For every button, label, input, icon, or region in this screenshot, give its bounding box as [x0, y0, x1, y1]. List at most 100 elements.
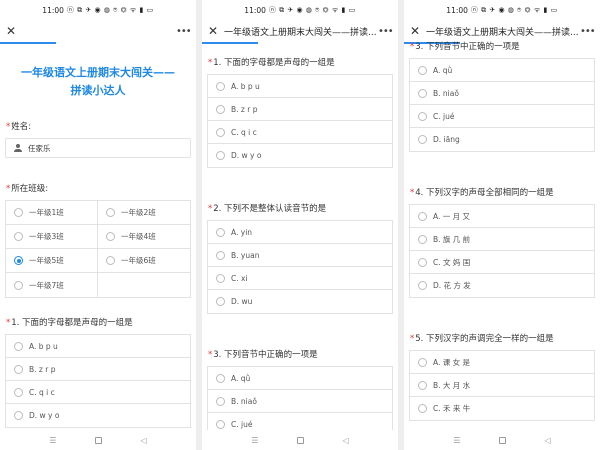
- radio-button[interactable]: [418, 111, 427, 121]
- top-bar: ✕ •••: [0, 20, 196, 44]
- answer-option[interactable]: D. w y o: [208, 144, 392, 167]
- radio-button[interactable]: [216, 297, 225, 306]
- required-mark: *: [410, 188, 415, 198]
- answer-option-label: A. 课 女 是: [433, 357, 471, 367]
- radio-button[interactable]: [106, 232, 115, 241]
- radio-button[interactable]: [216, 104, 225, 114]
- class-option[interactable]: 一年级6班: [98, 249, 190, 273]
- radio-button[interactable]: [216, 227, 225, 237]
- radio-button[interactable]: [14, 208, 23, 217]
- radio-button[interactable]: [418, 281, 427, 290]
- status-time: 11:00: [244, 5, 266, 15]
- class-option[interactable]: 一年级3班: [6, 225, 98, 249]
- answer-option[interactable]: D. iāng: [410, 128, 594, 151]
- answer-option[interactable]: C. jué: [208, 413, 392, 430]
- radio-button[interactable]: [14, 256, 23, 265]
- radio-button[interactable]: [418, 234, 427, 244]
- answer-option[interactable]: B. niaǒ: [208, 390, 392, 413]
- radio-button[interactable]: [216, 396, 225, 406]
- back-icon[interactable]: ◁: [141, 436, 147, 445]
- radio-button[interactable]: [216, 151, 225, 160]
- answer-option[interactable]: A. qǜ: [410, 59, 594, 82]
- system-nav-bar: ☰ ◁: [404, 430, 600, 450]
- menu-icon[interactable]: ☰: [251, 436, 258, 445]
- radio-button[interactable]: [14, 280, 23, 290]
- question-list: *1. 下面的字母都是声母的一组是 A. b p u B. z r p C. q i …: [202, 56, 398, 430]
- more-options-icon[interactable]: •••: [378, 26, 394, 37]
- more-options-icon[interactable]: •••: [580, 26, 596, 37]
- radio-button[interactable]: [216, 273, 225, 283]
- home-icon[interactable]: [94, 436, 102, 444]
- radio-button[interactable]: [216, 373, 225, 383]
- more-options-icon[interactable]: •••: [176, 26, 192, 37]
- close-icon[interactable]: ✕: [208, 24, 220, 38]
- home-icon[interactable]: [498, 436, 506, 444]
- answer-option[interactable]: C. jué: [410, 105, 594, 128]
- class-option[interactable]: 一年级2班: [98, 201, 190, 225]
- radio-button[interactable]: [418, 357, 427, 367]
- answer-option[interactable]: C. 文 妈 国: [410, 251, 594, 274]
- required-mark: *: [410, 42, 415, 52]
- class-option[interactable]: 一年级5班: [6, 249, 98, 273]
- answer-option[interactable]: B. yuan: [208, 244, 392, 267]
- radio-button[interactable]: [14, 341, 23, 351]
- answer-option[interactable]: C. 禾 来 牛: [410, 397, 594, 420]
- radio-button[interactable]: [14, 387, 23, 397]
- back-icon[interactable]: ◁: [343, 436, 349, 445]
- radio-button[interactable]: [418, 257, 427, 267]
- answer-option[interactable]: B. 旗 几 前: [410, 228, 594, 251]
- answer-option[interactable]: B. niaǒ: [410, 82, 594, 105]
- radio-button[interactable]: [14, 364, 23, 374]
- home-icon[interactable]: [296, 436, 304, 444]
- radio-button[interactable]: [418, 211, 427, 221]
- answer-option[interactable]: C. xi: [208, 267, 392, 290]
- answer-option[interactable]: A. yin: [208, 221, 392, 244]
- radio-button[interactable]: [418, 135, 427, 144]
- question-text: 3. 下列音节中正确的一项是: [213, 350, 318, 360]
- answer-option[interactable]: A. b p u: [208, 75, 392, 98]
- answer-option[interactable]: A. 课 女 是: [410, 351, 594, 374]
- menu-icon[interactable]: ☰: [49, 436, 56, 445]
- answer-option-label: A. yin: [231, 227, 253, 237]
- answer-option[interactable]: C. q i c: [208, 121, 392, 144]
- radio-button[interactable]: [418, 380, 427, 390]
- class-option[interactable]: 一年级7班: [6, 273, 98, 297]
- radio-button[interactable]: [418, 65, 427, 75]
- answer-option[interactable]: B. 大 月 水: [410, 374, 594, 397]
- radio-button[interactable]: [216, 420, 225, 429]
- answer-option[interactable]: D. 花 方 发: [410, 274, 594, 297]
- answer-option[interactable]: D. w y o: [6, 404, 190, 427]
- back-icon[interactable]: ◁: [545, 436, 551, 445]
- radio-button[interactable]: [418, 88, 427, 98]
- name-input[interactable]: 任家乐: [5, 138, 191, 158]
- screenshot-collage: 11:00 ⓝ ⧉ ✈ ◉ ◍ ⌾ ⏣ ᯤ ▮ ▭ ✕ ••• 一年级语文上册期…: [0, 0, 600, 450]
- radio-button[interactable]: [216, 127, 225, 137]
- radio-button[interactable]: [14, 411, 23, 420]
- answer-option[interactable]: B. z r p: [6, 358, 190, 381]
- status-icons: ⓝ ⧉ ✈ ◉ ◍ ⌾ ⏣ ᯤ ▮ ▭: [66, 6, 154, 14]
- answer-option[interactable]: A. qǜ: [208, 367, 392, 390]
- class-option-label: 一年级3班: [29, 232, 64, 241]
- menu-icon[interactable]: ☰: [453, 436, 460, 445]
- radio-button[interactable]: [14, 232, 23, 241]
- answer-option[interactable]: B. z r p: [208, 98, 392, 121]
- system-nav-bar: ☰ ◁: [0, 430, 196, 450]
- answer-options: A. 一 月 又 B. 旗 几 前 C. 文 妈 国 D. 花 方 发: [409, 204, 595, 298]
- radio-button[interactable]: [216, 250, 225, 260]
- answer-option[interactable]: D. wu: [208, 290, 392, 313]
- radio-button[interactable]: [216, 81, 225, 91]
- radio-button[interactable]: [418, 404, 427, 413]
- question-block: *5. 下列汉字的声调完全一样的一组是 A. 课 女 是 B. 大 月 水 C. 禾 …: [404, 332, 600, 421]
- close-icon[interactable]: ✕: [6, 24, 18, 38]
- answer-option-label: B. z r p: [29, 364, 56, 374]
- answer-option[interactable]: A. b p u: [6, 335, 190, 358]
- answer-option[interactable]: A. 一 月 又: [410, 205, 594, 228]
- class-option[interactable]: 一年级1班: [6, 201, 98, 225]
- answer-options: A. qǜ B. niaǒ C. jué: [207, 366, 393, 430]
- question-text: 1. 下面的字母都是声母的一组是: [213, 58, 335, 68]
- radio-button[interactable]: [106, 208, 115, 217]
- class-option[interactable]: 一年级4班: [98, 225, 190, 249]
- answer-option-label: D. wu: [231, 297, 253, 306]
- radio-button[interactable]: [106, 256, 115, 265]
- answer-option[interactable]: C. q i c: [6, 381, 190, 404]
